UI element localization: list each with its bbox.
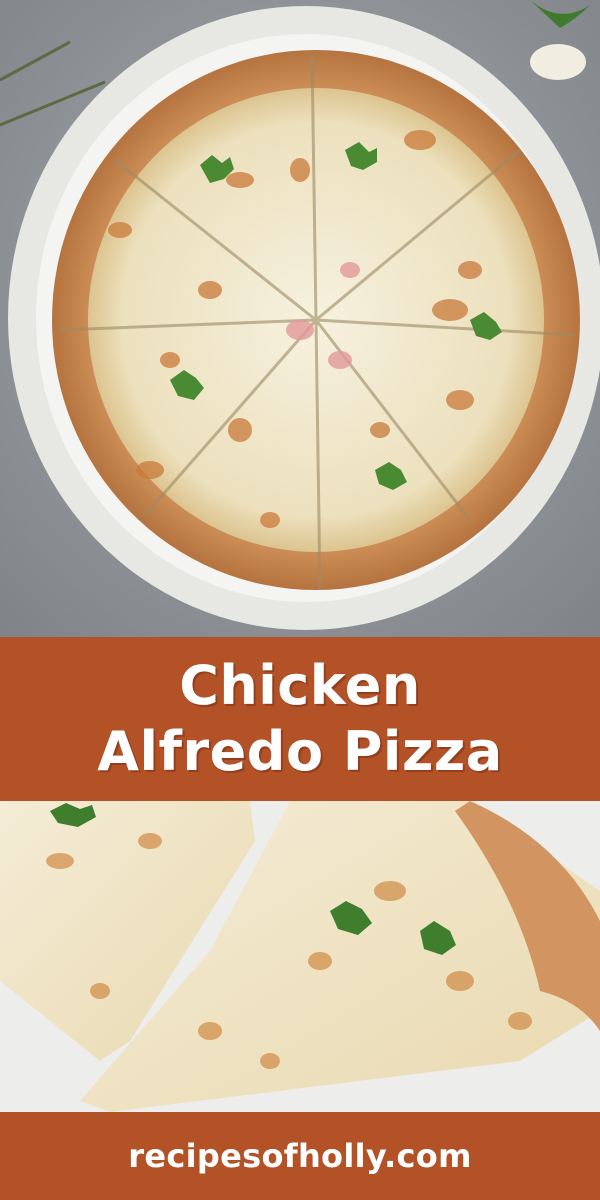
- garlic-clove: [530, 44, 586, 80]
- whole-pizza-photo: [0, 0, 600, 637]
- title-line-1: Chicken: [179, 654, 421, 717]
- title-banner: Chicken Alfredo Pizza: [0, 637, 600, 801]
- pizza-slice-photo: [0, 801, 600, 1112]
- site-url[interactable]: recipesofholly.com: [128, 1137, 471, 1175]
- title-line-2: Alfredo Pizza: [97, 720, 503, 783]
- pin-image: Chicken Alfredo Pizza recipesofholly.com: [0, 0, 600, 1200]
- footer-banner: recipesofholly.com: [0, 1112, 600, 1200]
